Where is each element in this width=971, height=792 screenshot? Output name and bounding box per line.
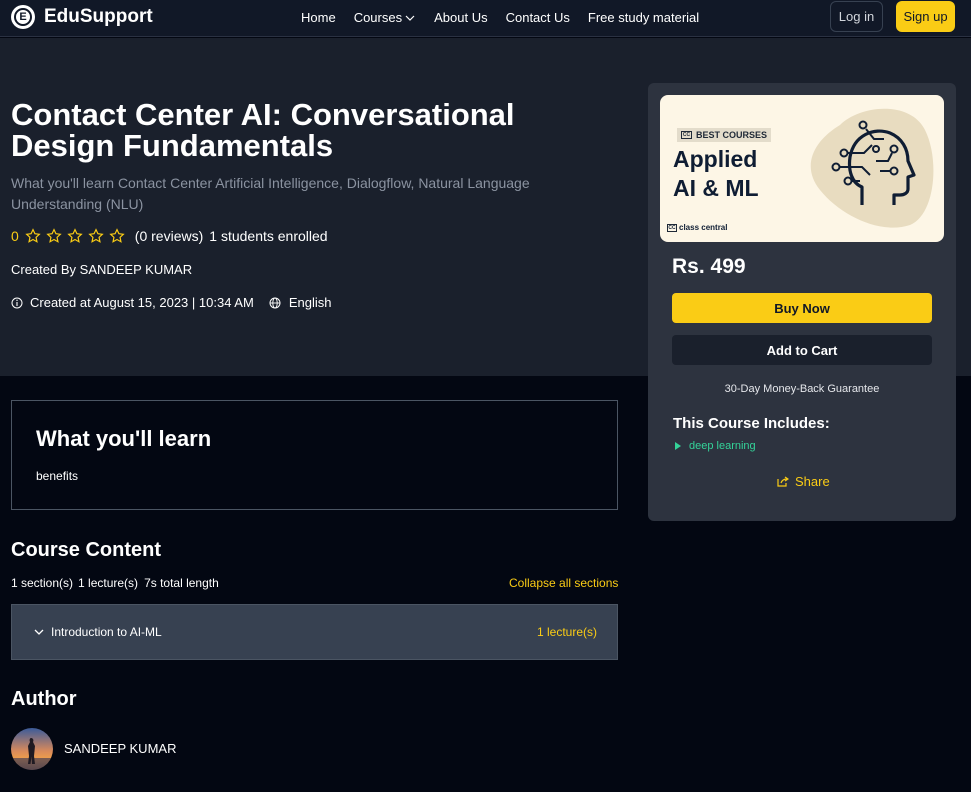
share-icon [777,476,789,487]
section-title: Introduction to AI-ML [34,625,162,639]
course-subtitle: What you'll learn Contact Center Artific… [11,175,530,212]
learn-box: What you'll learn benefits [11,400,618,510]
signup-button[interactable]: Sign up [896,1,955,32]
page-title: Contact Center AI: Conversational Design… [11,97,515,163]
course-meta: Created at August 15, 2023 | 10:34 AM En… [11,295,331,310]
class-central-mark: CC [667,223,677,232]
nav-link-about[interactable]: About Us [434,10,487,25]
class-central-mark: CC [681,131,692,139]
badge-label: BEST COURSES [696,130,768,140]
best-courses-badge: CC BEST COURSES [677,128,772,142]
nav-link-contact[interactable]: Contact Us [506,10,570,25]
thumbnail-title: Applied AI & ML [673,145,759,203]
content-summary: 1 section(s) 1 lecture(s) 7s total lengt… [11,576,219,590]
lectures-count: 1 lecture(s) [78,576,139,590]
author-heading: Author [11,688,77,710]
money-back-guarantee: 30-Day Money-Back Guarantee [724,383,880,395]
caret-right-icon [675,442,681,450]
sections-count: 1 section(s) [11,576,74,590]
thumbnail-title-line1: Applied [673,146,758,172]
learn-item: benefits [36,469,79,483]
class-central-logo: CC class central [667,223,727,232]
section-title-label: Introduction to AI-ML [51,625,162,639]
thumbnail-title-line2: AI & ML [673,175,759,201]
rating-row: 0 (0 reviews) 1 students enrolled [11,228,328,244]
collapse-all-link[interactable]: Collapse all sections [509,576,618,590]
star-icon [67,228,83,243]
buy-now-button[interactable]: Buy Now [672,293,932,323]
enrolled-count: 1 students enrolled [209,228,328,244]
nav-link-courses-label: Courses [353,10,403,25]
globe-icon [269,297,281,308]
chevron-down-icon [34,629,44,635]
login-button[interactable]: Log in [830,1,883,32]
logo-icon: E [11,5,35,29]
reviews-count: (0 reviews) [134,228,204,244]
class-central-label: class central [679,223,728,232]
nav-link-study-material[interactable]: Free study material [588,10,699,25]
section-lecture-count: 1 lecture(s) [536,625,597,639]
nav-links: Home Courses About Us Contact Us Free st… [301,10,699,25]
ai-head-icon [810,108,934,228]
course-language: English [288,295,332,310]
created-at: Created at August 15, 2023 | 10:34 AM [30,295,254,310]
includes-heading: This Course Includes: [673,415,830,432]
star-icon [109,228,125,243]
brand-logo[interactable]: E EduSupport [11,5,153,29]
top-nav: E EduSupport Home Courses About Us Conta… [0,0,971,37]
avatar-image [11,728,53,770]
rating-value: 0 [11,228,19,244]
chevron-down-icon [405,15,415,21]
star-icon [46,228,62,243]
star-icon [88,228,104,243]
includes-item: deep learning [675,440,756,452]
share-label: Share [795,474,830,489]
star-icon [25,228,41,243]
author-name[interactable]: SANDEEP KUMAR [64,741,176,756]
info-icon [11,297,23,308]
created-by: Created By SANDEEP KUMAR [11,262,193,277]
course-price: Rs. 499 [672,255,746,278]
includes-item-label: deep learning [689,440,756,452]
course-content-heading: Course Content [11,539,161,561]
learn-heading: What you'll learn [36,426,212,451]
nav-link-home[interactable]: Home [301,10,336,25]
avatar[interactable] [11,728,53,770]
share-button[interactable]: Share [777,474,830,489]
course-thumbnail[interactable]: CC BEST COURSES Applied AI & ML CC class… [660,95,944,242]
brand-name[interactable]: EduSupport [44,6,153,28]
total-length: 7s total length [144,576,219,590]
section-row[interactable]: Introduction to AI-ML 1 lecture(s) [11,604,618,660]
nav-link-courses[interactable]: Courses [354,10,415,25]
add-to-cart-button[interactable]: Add to Cart [672,335,932,365]
purchase-card: CC BEST COURSES Applied AI & ML CC class… [648,83,956,521]
